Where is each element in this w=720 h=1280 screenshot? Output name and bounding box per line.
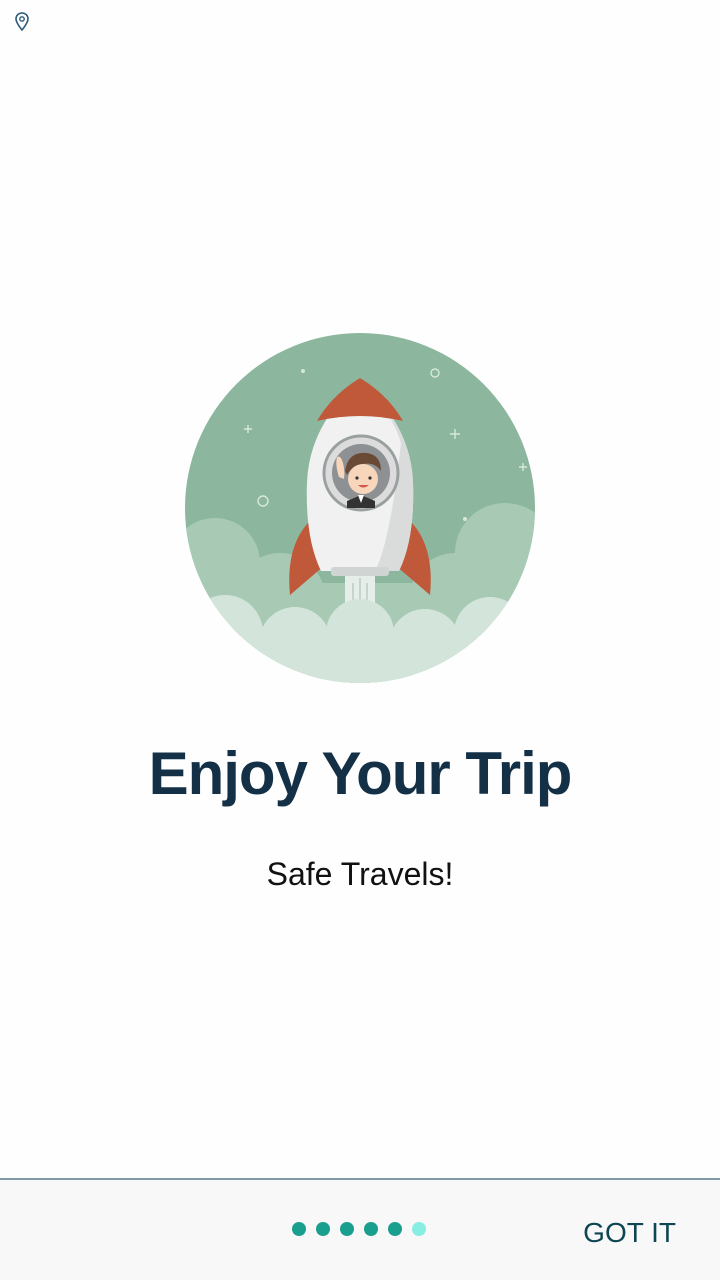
page-dot[interactable] (316, 1222, 330, 1236)
page-dot[interactable] (364, 1222, 378, 1236)
page-subtitle: Safe Travels! (266, 856, 454, 892)
rocket-launch-illustration (185, 333, 535, 683)
page-dot[interactable] (388, 1222, 402, 1236)
location-icon (15, 12, 29, 32)
status-bar (0, 0, 720, 44)
page-dot[interactable] (340, 1222, 354, 1236)
page-indicator (292, 1222, 426, 1236)
page-title: Enjoy Your Trip (148, 740, 573, 807)
bottom-bar: GOT IT (0, 1178, 720, 1280)
got-it-button[interactable]: GOT IT (583, 1216, 676, 1250)
page-dot-active[interactable] (412, 1222, 426, 1236)
page-dot[interactable] (292, 1222, 306, 1236)
